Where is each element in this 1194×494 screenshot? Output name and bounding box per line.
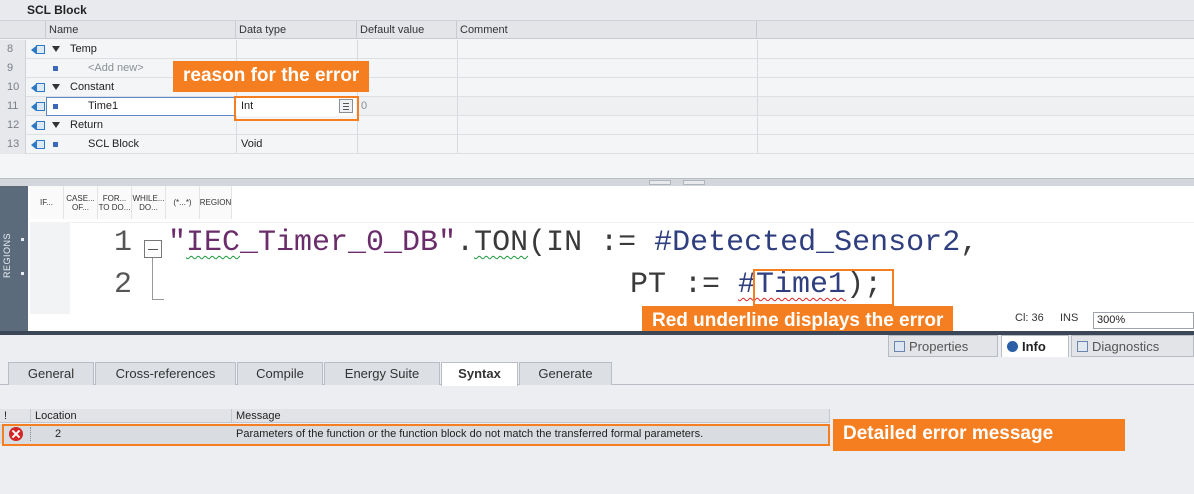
interface-section-icon — [31, 83, 45, 92]
row-name[interactable]: Time1 — [88, 97, 118, 116]
interface-section-icon — [31, 121, 45, 130]
row-number: 10 — [0, 78, 26, 97]
tab-generate[interactable]: Generate — [519, 362, 612, 385]
regions-panel[interactable]: REGIONS — [0, 186, 28, 332]
regions-label: REGIONS — [2, 232, 12, 278]
tab-diagnostics[interactable]: Diagnostics — [1071, 335, 1194, 357]
table-row[interactable]: 11 Time1 Int 0 — [0, 97, 1194, 116]
header-mark: ! — [0, 409, 31, 423]
variable-icon — [53, 104, 58, 109]
header-name[interactable]: Name — [46, 21, 236, 39]
insert-for-button[interactable]: FOR... TO DO... — [98, 186, 132, 219]
row-number: 11 — [0, 97, 26, 116]
tab-info[interactable]: Info — [1001, 335, 1069, 357]
callout-detail: Detailed error message — [833, 419, 1125, 451]
name-field[interactable] — [46, 97, 235, 116]
header-data-type[interactable]: Data type — [236, 21, 357, 39]
table-row[interactable]: 12 Return — [0, 116, 1194, 135]
line-number: 1 — [114, 226, 133, 260]
tab-cross-references[interactable]: Cross-references — [95, 362, 236, 385]
tab-energy-suite[interactable]: Energy Suite — [324, 362, 440, 385]
table-row[interactable]: 8 Temp — [0, 40, 1194, 59]
expand-arrow-icon[interactable] — [52, 84, 60, 90]
collapse-down-icon[interactable] — [683, 180, 705, 185]
row-name: Return — [70, 119, 104, 131]
zoom-field[interactable]: 300% — [1093, 312, 1194, 329]
row-name: Temp — [70, 43, 97, 55]
status-mode: INS — [1060, 312, 1079, 324]
info-icon — [1007, 341, 1018, 352]
diagnostics-icon — [1077, 341, 1088, 352]
interface-section-icon — [31, 45, 45, 54]
row-name: Constant — [70, 81, 115, 93]
tab-general[interactable]: General — [8, 362, 94, 385]
callout-reason: reason for the error — [173, 61, 370, 92]
expand-arrow-icon[interactable] — [52, 46, 60, 52]
add-new-row[interactable]: <Add new> — [88, 59, 144, 78]
messages-header: ! Location Message — [0, 409, 830, 423]
interface-variable-icon — [31, 140, 45, 149]
status-column: Cl: 36 — [1015, 312, 1044, 324]
insert-while-button[interactable]: WHILE... DO... — [132, 186, 166, 219]
row-number: 9 — [0, 59, 26, 78]
interface-header: Name Data type Default value Comment — [0, 21, 1194, 39]
insert-comment-button[interactable]: (*...*) — [166, 186, 200, 219]
code-gutter — [30, 222, 70, 314]
variable-icon — [53, 142, 58, 147]
tab-properties[interactable]: Properties — [888, 335, 998, 357]
tab-syntax[interactable]: Syntax — [441, 362, 518, 386]
properties-icon — [894, 341, 905, 352]
block-title: SCL Block — [0, 0, 1194, 21]
row-name: SCL Block — [88, 138, 139, 150]
splitter[interactable] — [0, 178, 1194, 186]
message-highlight — [2, 424, 830, 446]
row-number: 13 — [0, 135, 26, 154]
inspector-window: Properties Info Diagnostics General Cros… — [0, 335, 1194, 494]
subtabs: General Cross-references Compile Energy … — [0, 361, 1194, 386]
header-comment[interactable]: Comment — [457, 21, 757, 39]
line-number: 2 — [114, 268, 133, 302]
row-number: 8 — [0, 40, 26, 59]
error-highlight — [753, 269, 894, 306]
header-location[interactable]: Location — [31, 409, 232, 423]
block-interface: SCL Block Name Data type Default value C… — [0, 0, 1194, 178]
scl-toolbar: IF... CASE... OF... FOR... TO DO... WHIL… — [30, 186, 232, 220]
insert-region-button[interactable]: REGION — [200, 186, 232, 219]
fold-toggle-icon[interactable] — [144, 240, 162, 258]
insert-case-button[interactable]: CASE... OF... — [64, 186, 98, 219]
table-row[interactable]: 13 SCL Block Void — [0, 135, 1194, 154]
header-default-value[interactable]: Default value — [357, 21, 457, 39]
row-default-value[interactable]: 0 — [361, 97, 367, 116]
interface-rows: 8 Temp 9 <Add new> 10 Constant 11 Time1 … — [0, 40, 1194, 154]
collapse-up-icon[interactable] — [649, 180, 671, 185]
row-number: 12 — [0, 116, 26, 135]
header-spacer — [0, 21, 46, 39]
insert-if-button[interactable]: IF... — [30, 186, 64, 219]
variable-icon — [53, 66, 58, 71]
data-type-highlight — [234, 96, 359, 121]
tab-compile[interactable]: Compile — [237, 362, 323, 385]
interface-variable-icon — [31, 102, 45, 111]
header-message[interactable]: Message — [232, 409, 830, 423]
region-marker — [21, 272, 24, 275]
region-marker — [21, 238, 24, 241]
row-data-type: Void — [241, 138, 263, 150]
expand-arrow-icon[interactable] — [52, 122, 60, 128]
code-line-1[interactable]: "IEC_Timer_0_DB".TON(IN := #Detected_Sen… — [168, 226, 978, 260]
